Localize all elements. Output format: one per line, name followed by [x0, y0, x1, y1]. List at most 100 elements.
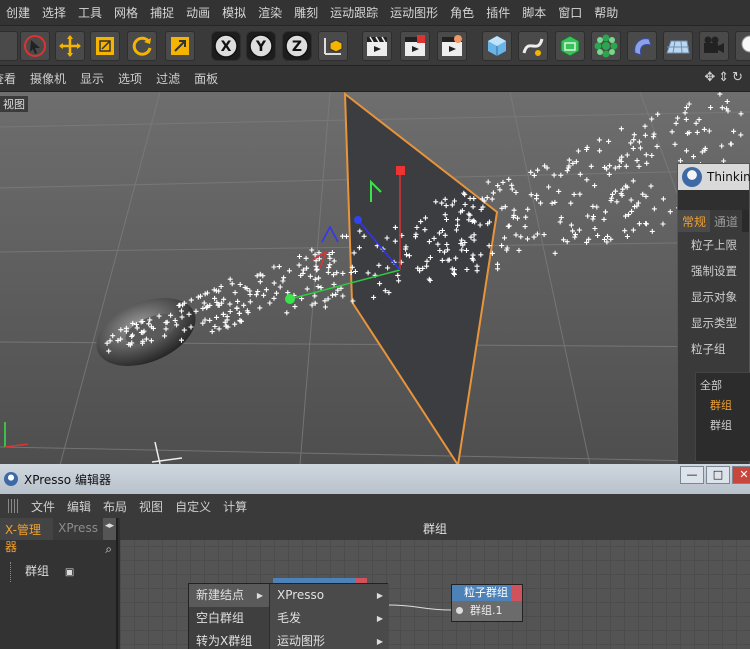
render-picture-viewer-button[interactable] — [400, 31, 430, 61]
move-tool-button[interactable] — [55, 31, 85, 61]
field-display-type[interactable]: 显示类型 — [678, 310, 749, 336]
menu-sculpt[interactable]: 雕刻 — [288, 4, 324, 21]
field-force-settings[interactable]: 强制设置 — [678, 258, 749, 284]
tree-item-group[interactable]: 群组 — [700, 416, 750, 436]
menu-help[interactable]: 帮助 — [588, 4, 624, 21]
close-button[interactable]: ✕ — [732, 466, 750, 484]
ctx-new-node-label: 新建结点 — [196, 588, 245, 602]
tree-item-all[interactable]: 全部 — [700, 376, 750, 396]
menu-plugins[interactable]: 插件 — [480, 4, 516, 21]
scale-tool-button[interactable] — [90, 31, 120, 61]
y-axis-button[interactable]: Y — [246, 31, 276, 61]
cloner-icon — [594, 34, 618, 58]
thinking-window-titlebar[interactable]: Thinking — [678, 164, 750, 190]
floor-button[interactable] — [663, 31, 693, 61]
view-menu-cameras[interactable]: 摄像机 — [24, 70, 74, 87]
ctx-convert-to-xgroup[interactable]: 转为X群组 — [189, 630, 269, 649]
render-view-button[interactable] — [362, 31, 392, 61]
xp-menu-view[interactable]: 视图 — [134, 498, 170, 515]
bend-deformer-icon — [634, 38, 652, 56]
menu-character[interactable]: 角色 — [444, 4, 480, 21]
live-selection-button[interactable] — [20, 31, 50, 61]
menubar-grip-icon — [8, 499, 20, 513]
menu-render[interactable]: 渲染 — [252, 4, 288, 21]
xp-menu-file[interactable]: 文件 — [26, 498, 62, 515]
spline-pen-icon — [522, 38, 544, 56]
particle-group-tree[interactable]: 全部 群组 群组 — [695, 372, 750, 462]
cube-object-button[interactable] — [482, 31, 512, 61]
3d-viewport[interactable]: 视图 — [0, 92, 750, 465]
xpresso-left-panel: X-管理器 XPress ◂▸ ⌕ 群组 ▣ — [0, 518, 118, 649]
tab-x-manager[interactable]: X-管理器 — [0, 518, 54, 554]
ctx-sub-hair[interactable]: 毛发 ▶ — [270, 607, 389, 630]
left-tree-item[interactable]: 群组 ▣ — [10, 562, 116, 582]
menu-script[interactable]: 脚本 — [516, 4, 552, 21]
x-axis-button[interactable]: X — [211, 31, 241, 61]
spline-pen-button[interactable] — [518, 31, 548, 61]
undo-button[interactable] — [0, 31, 18, 61]
view-menu-filter[interactable]: 过滤 — [150, 70, 188, 87]
ctx-empty-group[interactable]: 空白群组 — [189, 607, 269, 630]
clapboard-render-icon — [405, 35, 425, 56]
subdivision-surface-button[interactable] — [555, 31, 585, 61]
node-output-port[interactable]: 群组.1 — [452, 601, 522, 621]
ctx-new-node[interactable]: 新建结点 ▶ — [189, 584, 269, 607]
thinking-window-grip[interactable] — [678, 190, 749, 210]
camera-button[interactable] — [699, 31, 729, 61]
menu-simulate[interactable]: 模拟 — [216, 4, 252, 21]
tab-general[interactable]: 常规 — [678, 210, 711, 232]
field-show-objects[interactable]: 显示对象 — [678, 284, 749, 310]
ctx-sub-xpresso[interactable]: XPresso ▶ — [270, 584, 389, 607]
cloner-button[interactable] — [591, 31, 621, 61]
rotate-tool-button[interactable] — [127, 31, 157, 61]
view-menu-panel[interactable]: 面板 — [188, 70, 226, 87]
submenu-arrow-icon: ▶ — [376, 591, 383, 600]
x-axis-label: X — [221, 39, 232, 55]
field-particle-limit[interactable]: 粒子上限 — [678, 232, 749, 258]
light-button[interactable] — [735, 31, 750, 61]
z-axis-button[interactable]: Z — [282, 31, 312, 61]
menu-select[interactable]: 选择 — [36, 4, 72, 21]
tab-channels[interactable]: 通道 — [710, 210, 743, 232]
ctx-sub-mograph[interactable]: 运动图形 ▶ — [270, 630, 389, 649]
particle-group-node[interactable]: 粒子群组 群组.1 — [451, 584, 523, 622]
thinking-window-title: Thinking — [707, 170, 750, 184]
menu-tools[interactable]: 工具 — [72, 4, 108, 21]
main-menubar: 创建 选择 工具 网格 捕捉 动画 模拟 渲染 雕刻 运动跟踪 运动图形 角色 … — [0, 0, 750, 26]
maximize-button[interactable]: □ — [706, 466, 730, 484]
move-icon — [59, 35, 81, 57]
recent-tool-button[interactable] — [165, 31, 195, 61]
menu-window[interactable]: 窗口 — [552, 4, 588, 21]
xp-menu-edit[interactable]: 编辑 — [62, 498, 98, 515]
menu-create[interactable]: 创建 — [0, 4, 36, 21]
coordinate-system-button[interactable] — [318, 31, 348, 61]
left-panel-toolbar: ⌕ — [0, 540, 116, 562]
xpresso-left-tabs: X-管理器 XPress ◂▸ — [0, 518, 116, 554]
tab-scroll-arrows-icon[interactable]: ◂▸ — [102, 518, 116, 540]
xp-menu-layout[interactable]: 布局 — [98, 498, 134, 515]
menu-mesh[interactable]: 网格 — [108, 4, 144, 21]
tree-item-group-selected[interactable]: 群组 — [700, 396, 750, 416]
xpresso-menubar: 文件 编辑 布局 视图 自定义 计算 — [0, 494, 750, 518]
search-icon[interactable]: ⌕ — [105, 542, 112, 557]
menu-animate[interactable]: 动画 — [180, 4, 216, 21]
menu-motion-tracking[interactable]: 运动跟踪 — [324, 4, 384, 21]
minimize-button[interactable]: — — [680, 466, 704, 484]
bend-deformer-button[interactable] — [627, 31, 657, 61]
render-settings-button[interactable] — [437, 31, 467, 61]
menu-snap[interactable]: 捕捉 — [144, 4, 180, 21]
menu-mograph[interactable]: 运动图形 — [384, 4, 444, 21]
xp-menu-calculate[interactable]: 计算 — [218, 498, 254, 515]
thinking-tabs: 常规 通道 — [678, 210, 749, 232]
xp-menu-custom[interactable]: 自定义 — [170, 498, 218, 515]
tab-xpresso-pool[interactable]: XPress — [53, 518, 103, 540]
viewport-navigation-icons[interactable]: ✥⇕↻ — [704, 70, 746, 85]
view-menu-display[interactable]: 显示 — [74, 70, 112, 87]
view-menu-options[interactable]: 选项 — [112, 70, 150, 87]
view-menu-view[interactable]: 查看 — [0, 70, 24, 87]
y-axis-icon: Y — [249, 34, 273, 58]
main-toolbar: X Y Z — [0, 26, 750, 66]
live-selection-icon — [24, 35, 46, 57]
viewport-scene — [0, 92, 750, 465]
xpresso-titlebar[interactable]: XPresso 编辑器 — □ ✕ — [0, 464, 750, 494]
